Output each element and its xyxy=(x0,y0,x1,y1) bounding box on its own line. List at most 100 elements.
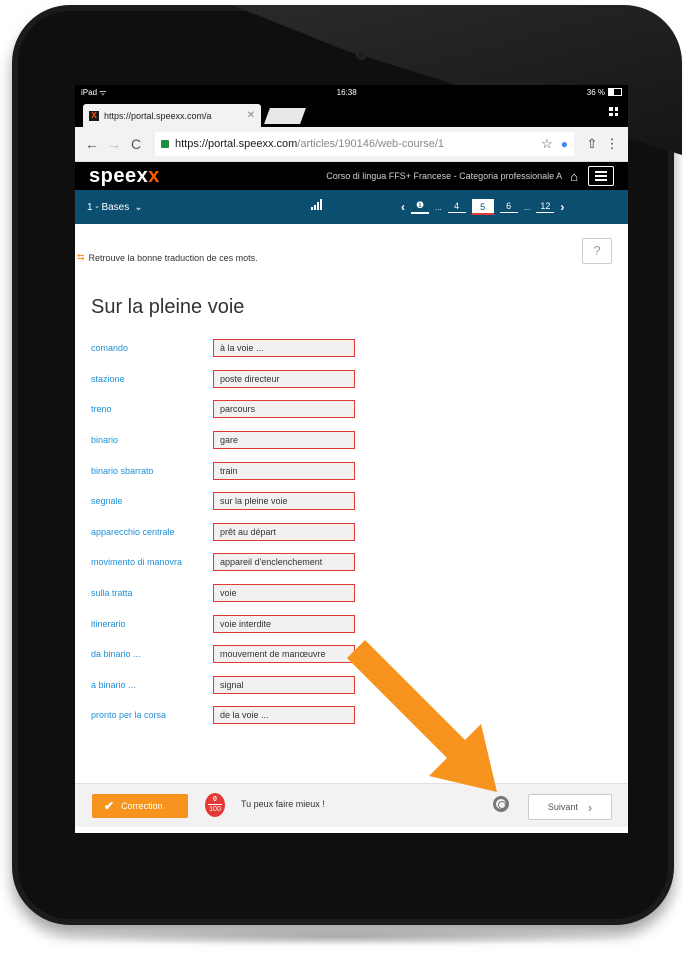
score-badge: 0 100 xyxy=(205,793,225,817)
app-header: speexx Corso di lingua FFS+ Francese - C… xyxy=(75,162,628,190)
answer-slot[interactable]: mouvement de manœuvre xyxy=(213,645,355,664)
page-link-4[interactable]: 4 xyxy=(447,201,466,213)
answer-slot[interactable]: voie xyxy=(213,584,355,603)
home-icon[interactable]: ⌂ xyxy=(570,169,578,184)
list-item: sulla tratta voie xyxy=(91,578,391,609)
browser-tab[interactable]: X https://portal.speexx.com/a ✕ xyxy=(83,104,261,127)
source-word[interactable]: binario sbarrato xyxy=(91,466,213,476)
source-word[interactable]: binario xyxy=(91,435,213,445)
checkmark-icon: ✔ xyxy=(104,799,115,813)
list-item: binario sbarrato train xyxy=(91,455,391,486)
next-page-icon[interactable]: › xyxy=(560,200,564,214)
previous-page-icon[interactable]: ‹ xyxy=(401,200,405,214)
next-button[interactable]: Suivant › xyxy=(528,794,612,820)
source-word[interactable]: comando xyxy=(91,343,213,353)
list-item: pronto per la corsa de la voie ... xyxy=(91,700,391,731)
source-word[interactable]: sulla tratta xyxy=(91,588,213,598)
back-arrow-icon[interactable]: ← xyxy=(81,136,103,152)
source-word[interactable]: itinerario xyxy=(91,619,213,629)
source-word[interactable]: stazione xyxy=(91,374,213,384)
list-item: comando à la voie ... xyxy=(91,333,391,364)
ios-status-bar: iPad ᯤ 16:38 36 % xyxy=(75,85,628,99)
lock-icon xyxy=(161,140,169,148)
answer-slot[interactable]: gare xyxy=(213,431,355,450)
list-item: apparecchio centrale prêt au départ xyxy=(91,517,391,548)
answer-slot[interactable]: train xyxy=(213,461,355,480)
exercise-title: Sur la pleine voie xyxy=(91,296,245,318)
source-word[interactable]: pronto per la corsa xyxy=(91,710,213,720)
page-link-12[interactable]: 12 xyxy=(536,201,555,213)
correction-button[interactable]: ✔ Correction xyxy=(92,794,188,818)
new-tab-button[interactable] xyxy=(264,108,306,124)
kebab-menu-icon[interactable]: ⋮ xyxy=(602,136,622,152)
logo-accent: x xyxy=(148,164,160,187)
answer-slot[interactable]: sur la pleine voie xyxy=(213,492,355,511)
source-word[interactable]: segnale xyxy=(91,496,213,506)
microphone-icon[interactable]: ● xyxy=(553,137,568,151)
source-word[interactable]: movimento di manovra xyxy=(91,557,213,567)
answer-slot[interactable]: à la voie ... xyxy=(213,339,355,358)
swap-icon: ⇆ xyxy=(77,252,85,262)
instruction-text: Retrouve la bonne traduction de ces mots… xyxy=(88,252,258,263)
list-item: segnale sur la pleine voie xyxy=(91,486,391,517)
url-host: https://portal.speexx.com xyxy=(175,138,298,150)
page-link-5[interactable]: 5 xyxy=(471,199,494,215)
url-path: /articles/190146/web-course/1 xyxy=(297,138,445,150)
answer-slot[interactable]: poste directeur xyxy=(213,369,355,388)
chevron-down-icon: ⌄ xyxy=(134,201,143,213)
share-icon[interactable]: ⇧ xyxy=(582,136,602,152)
list-item: da binario ... mouvement de manœuvre xyxy=(91,639,391,670)
correction-label: Correction xyxy=(121,801,163,811)
browser-toolbar: ← → C https://portal.speexx.com /article… xyxy=(75,127,628,162)
answer-slot[interactable]: voie interdite xyxy=(213,614,355,633)
answer-slot[interactable]: appareil d'enclenchement xyxy=(213,553,355,572)
lesson-selector-label: 1 - Bases xyxy=(87,201,130,213)
browser-tab-strip: X https://portal.speexx.com/a ✕ xyxy=(75,99,628,127)
matching-list: comando à la voie ... stazione poste direct… xyxy=(91,333,391,731)
battery-percent: 36 % xyxy=(586,87,605,97)
list-item: binario gare xyxy=(91,425,391,456)
speexx-logo[interactable]: speexx xyxy=(89,165,160,188)
address-bar[interactable]: https://portal.speexx.com /articles/1901… xyxy=(155,132,574,156)
clock: 16:38 xyxy=(336,87,357,97)
list-item: a binario ... signal xyxy=(91,670,391,701)
score-value: 0 xyxy=(213,796,217,803)
info-page-icon[interactable]: ❶ xyxy=(411,200,429,214)
list-item: movimento di manovra appareil d'enclenche… xyxy=(91,547,391,578)
page-link-6[interactable]: 6 xyxy=(499,201,518,213)
list-item: stazione poste directeur xyxy=(91,364,391,395)
hamburger-menu-icon[interactable] xyxy=(588,166,614,186)
page-navigator: ‹ ❶ ... 4 5 6 ... 12 › xyxy=(401,190,564,224)
answer-slot[interactable]: parcours xyxy=(213,400,355,419)
feedback-message: Tu peux faire mieux ! xyxy=(241,799,325,809)
source-word[interactable]: da binario ... xyxy=(91,649,213,659)
close-tab-icon[interactable]: ✕ xyxy=(247,110,255,121)
answer-slot[interactable]: signal xyxy=(213,675,355,694)
speexx-favicon-icon: X xyxy=(89,110,99,121)
chevron-right-icon: › xyxy=(587,799,593,815)
bookmark-star-icon[interactable]: ☆ xyxy=(535,136,553,152)
lesson-navigation-bar: 1 - Bases ⌄ ‹ ❶ ... 4 5 6 ... 12 › xyxy=(75,190,628,224)
device-shadow xyxy=(30,928,650,946)
tab-switcher-icon[interactable] xyxy=(609,107,618,116)
course-title: Corso di lingua FFS+ Francese - Categori… xyxy=(326,171,563,181)
source-word[interactable]: a binario ... xyxy=(91,680,213,690)
exercise-instruction: ⇆ Retrouve la bonne traduction de ces mo… xyxy=(77,252,258,263)
lesson-selector[interactable]: 1 - Bases ⌄ xyxy=(87,202,143,213)
pager-ellipsis: ... xyxy=(523,202,531,212)
score-max: 100 xyxy=(208,804,222,813)
forward-arrow-icon[interactable]: → xyxy=(103,136,125,152)
answer-slot[interactable]: de la voie ... xyxy=(213,706,355,725)
signal-strength-icon[interactable] xyxy=(311,198,325,210)
pager-ellipsis: ... xyxy=(435,202,442,212)
source-word[interactable]: apparecchio centrale xyxy=(91,527,213,537)
battery-indicator: 36 % xyxy=(587,88,622,97)
help-button[interactable]: ? xyxy=(582,238,612,264)
battery-icon xyxy=(608,88,622,97)
arrow-shape xyxy=(347,640,497,792)
next-label: Suivant xyxy=(547,802,578,812)
answer-slot[interactable]: prêt au départ xyxy=(213,522,355,541)
source-word[interactable]: treno xyxy=(91,404,213,414)
list-item: itinerario voie interdite xyxy=(91,608,391,639)
reload-icon[interactable]: C xyxy=(125,136,147,152)
